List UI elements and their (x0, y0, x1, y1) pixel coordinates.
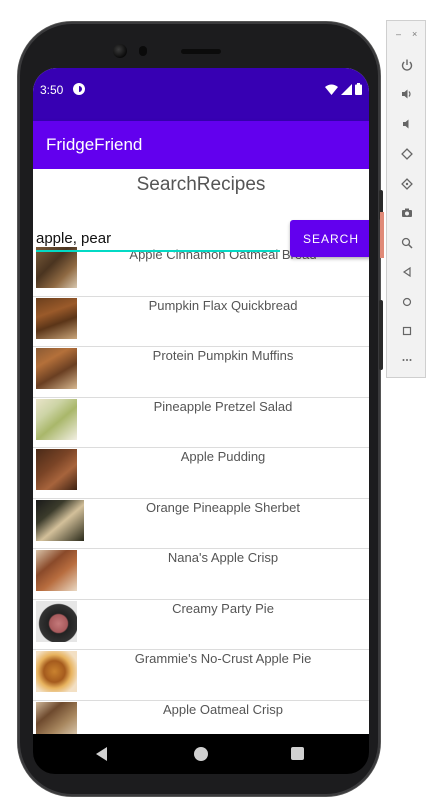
recipe-title: Pumpkin Flax Quickbread (148, 297, 298, 313)
signal-icon (341, 83, 352, 95)
list-item[interactable]: Creamy Party Pie (33, 600, 369, 650)
minimize-icon[interactable]: – (396, 29, 401, 39)
rotate-left-icon[interactable] (387, 144, 427, 164)
camera-icon[interactable] (387, 203, 427, 223)
wifi-icon (325, 84, 338, 95)
recipe-thumbnail (36, 348, 77, 389)
list-item[interactable]: Pineapple Pretzel Salad (33, 398, 369, 448)
page-title: SearchRecipes (136, 174, 266, 195)
list-item[interactable]: Protein Pumpkin Muffins (33, 347, 369, 398)
search-screen: SearchRecipes Apple Cinnamon Oatmeal Bre… (33, 169, 369, 734)
power-button (379, 300, 383, 370)
app-bar: FridgeFriend (33, 121, 369, 169)
power-icon[interactable] (387, 55, 427, 75)
recipe-thumbnail (36, 701, 77, 734)
close-icon[interactable]: × (412, 29, 417, 39)
recipe-thumbnail (36, 600, 77, 642)
recipe-title: Protein Pumpkin Muffins (152, 348, 294, 363)
list-item[interactable]: Apple Oatmeal Crisp (33, 701, 369, 734)
recipe-thumbnail (36, 449, 77, 490)
emulator-stage: 3:50 FridgeFriend SearchRecipes Apple Ci… (0, 0, 440, 806)
recipe-title: Apple Oatmeal Crisp (163, 701, 283, 717)
zoom-icon[interactable] (387, 233, 427, 253)
more-icon[interactable] (387, 350, 427, 370)
recents-icon[interactable] (291, 747, 304, 760)
home-icon[interactable] (387, 292, 427, 312)
home-icon[interactable] (194, 747, 208, 761)
recipe-title: Grammie's No-Crust Apple Pie (134, 651, 312, 666)
volume-up-icon[interactable] (387, 84, 427, 104)
overview-icon[interactable] (387, 321, 427, 341)
list-item[interactable]: Nana's Apple Crisp (33, 549, 369, 600)
emulator-resize-handle[interactable] (380, 212, 384, 258)
recipe-thumbnail (36, 247, 77, 288)
app-title: FridgeFriend (46, 135, 143, 154)
device-screen: 3:50 FridgeFriend SearchRecipes Apple Ci… (33, 68, 369, 734)
navigation-bar (33, 734, 369, 774)
recipe-title: Nana's Apple Crisp (167, 550, 279, 565)
list-item[interactable]: Grammie's No-Crust Apple Pie (33, 650, 369, 701)
rotate-right-icon[interactable] (387, 174, 427, 194)
recipe-title: Creamy Party Pie (172, 600, 274, 616)
recipe-title: Orange Pineapple Sherbet (146, 499, 300, 515)
status-bar: 3:50 (33, 68, 369, 121)
back-icon[interactable] (96, 747, 107, 761)
recipe-thumbnail (36, 550, 77, 591)
emulator-toolbar: – × (386, 20, 426, 378)
status-icons (325, 83, 362, 95)
sensor-icon (139, 46, 147, 56)
data-saver-icon (73, 83, 85, 95)
recipe-title: Apple Pudding (180, 449, 266, 464)
recipe-thumbnail (36, 651, 77, 692)
back-icon[interactable] (387, 262, 427, 282)
recipe-title: Pineapple Pretzel Salad (153, 398, 293, 414)
recipe-list[interactable]: Apple Cinnamon Oatmeal Bread Pumpkin Fla… (33, 246, 369, 734)
front-camera-icon (113, 44, 127, 58)
battery-icon (355, 83, 362, 95)
recipe-thumbnail (36, 398, 77, 440)
earpiece-speaker (181, 49, 221, 54)
status-time: 3:50 (40, 83, 64, 97)
list-item[interactable]: Pumpkin Flax Quickbread (33, 297, 369, 347)
list-item[interactable]: Apple Pudding (33, 448, 369, 499)
search-input[interactable] (36, 224, 280, 252)
volume-down-icon[interactable] (387, 114, 427, 134)
recipe-thumbnail (36, 297, 77, 339)
search-button[interactable]: SEARCH (290, 220, 369, 257)
list-item[interactable]: Orange Pineapple Sherbet (33, 499, 369, 549)
